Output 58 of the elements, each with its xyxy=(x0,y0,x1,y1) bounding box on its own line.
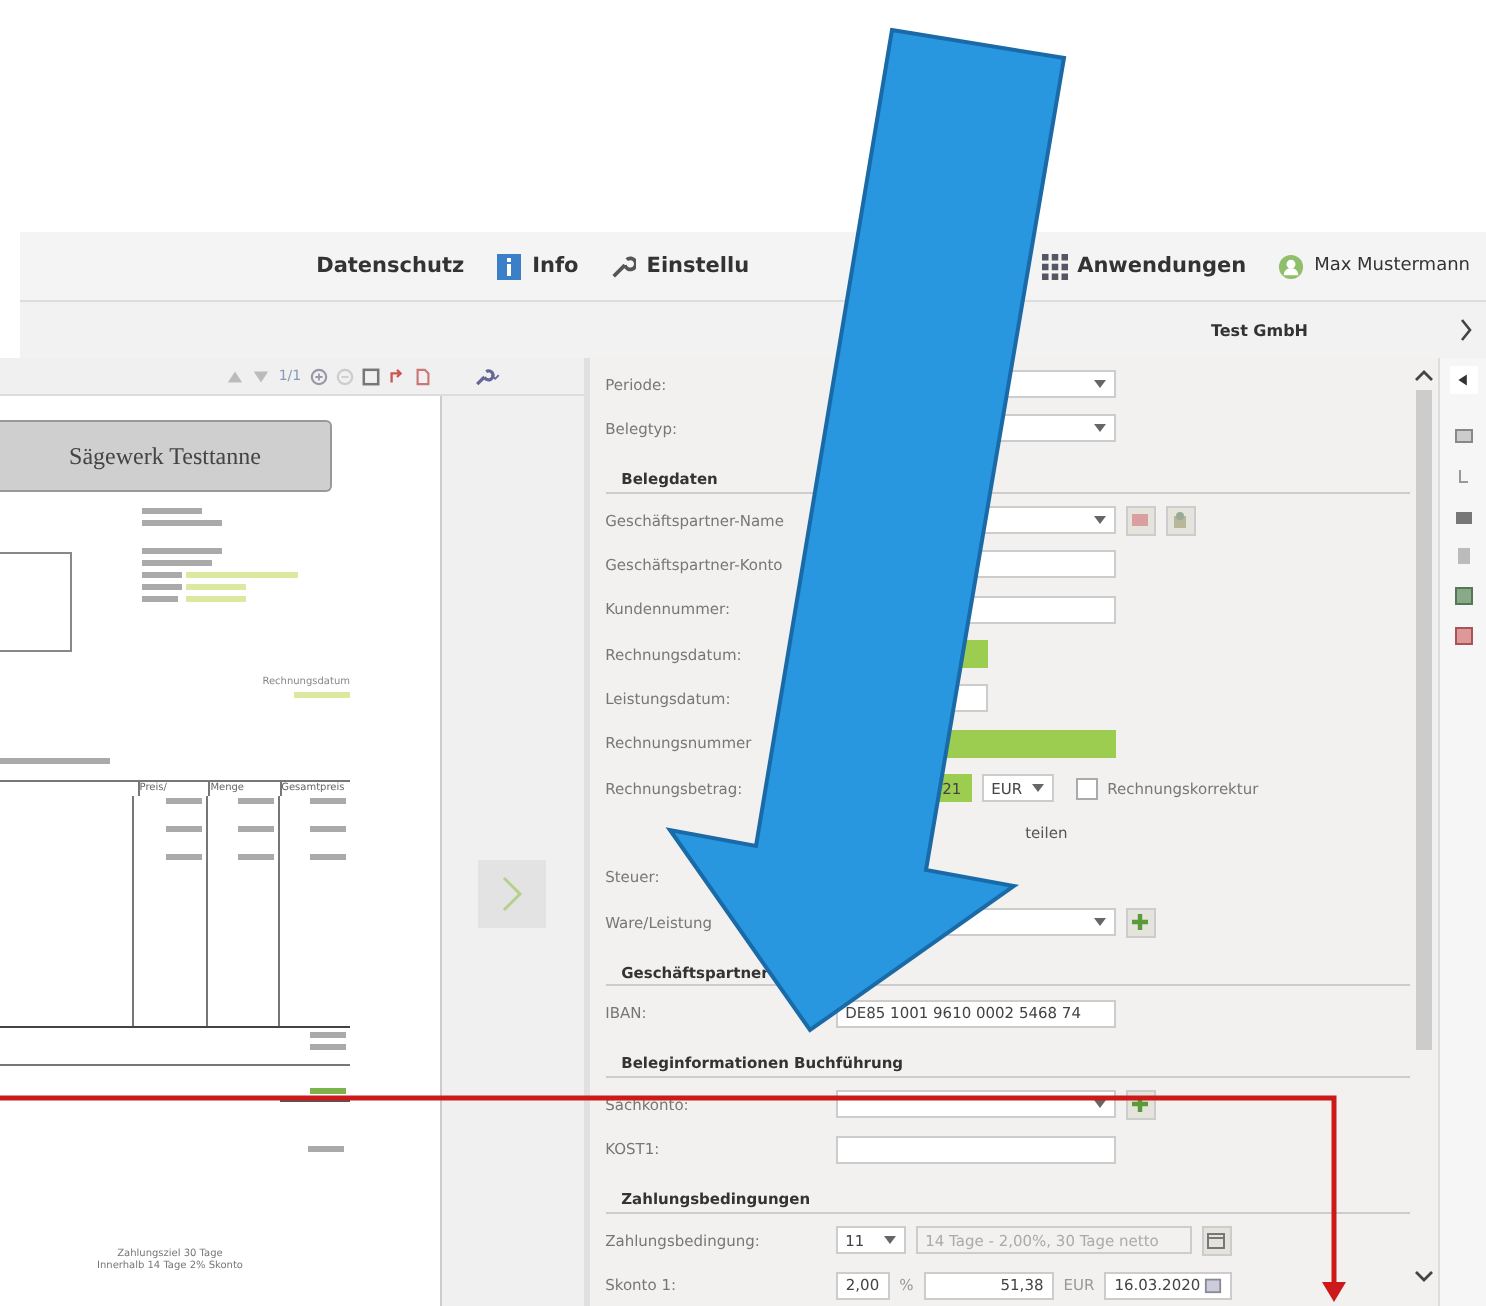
grid-icon xyxy=(1041,253,1068,279)
plus-icon xyxy=(1130,912,1151,933)
blurred-text-drawing xyxy=(165,854,202,860)
calendar-button[interactable] xyxy=(1201,1225,1232,1256)
chevron-right-icon xyxy=(500,874,525,914)
blurred-text-drawing xyxy=(310,798,347,804)
company-name-title: Sägewerk Testtanne xyxy=(69,441,261,471)
user-menu[interactable]: Max Mustermann xyxy=(1278,253,1470,279)
blurred-text-drawing xyxy=(310,1032,346,1038)
card-icon xyxy=(1130,510,1151,531)
blurred-text-drawing xyxy=(237,798,274,804)
person-icon xyxy=(1170,510,1191,531)
scroll-down-icon[interactable] xyxy=(1414,1270,1435,1282)
checkbox[interactable] xyxy=(1075,777,1098,800)
document-icon[interactable] xyxy=(413,367,432,385)
company-name: Test GmbH xyxy=(1210,321,1308,339)
blurred-text-drawing xyxy=(165,826,202,832)
caret-icon xyxy=(1031,784,1044,793)
caret-icon xyxy=(1093,918,1106,927)
caret-icon xyxy=(1093,1100,1106,1109)
blurred-text-drawing xyxy=(310,1088,346,1094)
blurred-text-drawing xyxy=(165,798,202,804)
page-icon[interactable] xyxy=(361,367,380,385)
address-window-frame xyxy=(0,552,72,652)
caret-icon xyxy=(1093,380,1106,389)
caret-icon xyxy=(1093,516,1106,525)
wrench-dropdown-icon[interactable] xyxy=(471,367,504,385)
zoom-in-icon[interactable] xyxy=(309,367,328,385)
collapse-icon[interactable] xyxy=(1449,366,1478,394)
blurred-text-drawing xyxy=(308,1146,344,1152)
blurred-text-drawing xyxy=(0,758,110,764)
blurred-text-drawing xyxy=(237,854,274,860)
scroll-up-icon[interactable] xyxy=(1414,370,1435,382)
blurred-text-drawing xyxy=(237,826,274,832)
scrollbar-thumb[interactable] xyxy=(1416,390,1433,1050)
partner-card-button[interactable] xyxy=(1125,505,1156,536)
blurred-text-drawing xyxy=(310,1044,346,1050)
blurred-text-drawing xyxy=(310,854,347,860)
caret-icon xyxy=(883,1236,896,1245)
partner-add-button[interactable] xyxy=(1165,505,1196,536)
blurred-text-drawing xyxy=(294,692,350,698)
settings-link[interactable]: Einstellu xyxy=(610,253,750,279)
info-link[interactable]: Info xyxy=(496,253,579,279)
add-button[interactable] xyxy=(1125,907,1156,938)
chevron-right-icon[interactable] xyxy=(1458,318,1474,342)
rotate-icon[interactable] xyxy=(387,367,406,385)
privacy-link[interactable]: Datenschutz xyxy=(316,254,465,278)
avatar-icon xyxy=(1278,253,1305,279)
wrench-icon xyxy=(610,253,637,279)
apps-link[interactable]: Anwendungen xyxy=(1041,253,1247,279)
blurred-text-drawing xyxy=(310,826,347,832)
down-arrow-icon[interactable] xyxy=(252,367,271,385)
caret-icon xyxy=(1093,424,1106,433)
up-arrow-icon[interactable] xyxy=(226,367,245,385)
briefcase-icon[interactable] xyxy=(1453,506,1474,526)
image-icon[interactable] xyxy=(1453,426,1474,446)
info-icon xyxy=(496,253,523,279)
input-field[interactable] xyxy=(835,1135,1116,1164)
